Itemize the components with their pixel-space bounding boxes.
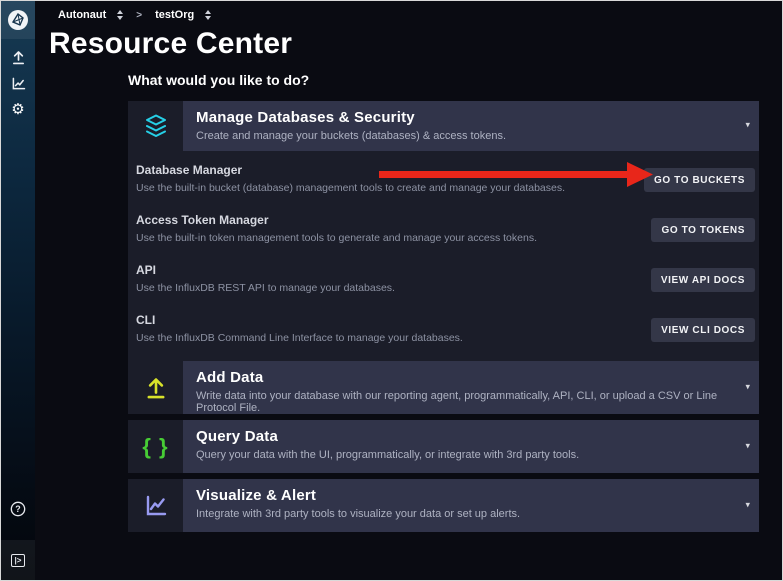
panel-visualize-alert-description: Integrate with 3rd party tools to visual…	[196, 508, 759, 520]
graph-icon	[10, 75, 27, 92]
panel-manage-description: Create and manage your buckets (database…	[196, 130, 759, 142]
influxdb-logo-icon	[7, 9, 29, 31]
braces-icon: { }	[142, 436, 168, 458]
row-database-manager: Database Manager Use the built-in bucket…	[128, 155, 759, 205]
panel-query-data-description: Query your data with the UI, programmati…	[196, 449, 759, 461]
panel-manage-header[interactable]: Manage Databases & Security Create and m…	[128, 101, 759, 151]
panel-manage-icon-cell	[128, 101, 183, 151]
row-description: Use the InfluxDB REST API to manage your…	[136, 282, 566, 294]
org-switcher[interactable]: Autonaut	[58, 9, 106, 21]
panel-manage-body: Database Manager Use the built-in bucket…	[128, 151, 759, 361]
panel-visualize-alert-icon-cell	[128, 479, 183, 532]
sidebar: ⚙ ? |>	[1, 1, 35, 580]
row-description: Use the InfluxDB Command Line Interface …	[136, 332, 566, 344]
influxdb-logo-button[interactable]	[1, 1, 35, 39]
view-api-docs-button[interactable]: VIEW API DOCS	[651, 268, 755, 292]
view-cli-docs-button[interactable]: VIEW CLI DOCS	[651, 318, 755, 342]
panel-visualize-alert-title: Visualize & Alert	[196, 487, 759, 504]
chevron-down-icon[interactable]: ▾	[745, 440, 750, 451]
go-to-buckets-button[interactable]: GO TO BUCKETS	[644, 168, 755, 192]
breadcrumb: Autonaut > testOrg	[58, 9, 211, 21]
svg-text:?: ?	[15, 504, 20, 514]
panel-manage-header-text: Manage Databases & Security Create and m…	[183, 101, 759, 151]
org-switcher-caret-icon[interactable]	[117, 10, 123, 20]
sidebar-item-settings[interactable]: ⚙	[5, 99, 31, 119]
page-subtitle: What would you like to do?	[128, 72, 309, 88]
buckets-layers-icon	[142, 113, 170, 139]
panel-visualize-alert-header-text: Visualize & Alert Integrate with 3rd par…	[183, 479, 759, 532]
upload-icon	[10, 49, 27, 66]
panel-visualize-alert: Visualize & Alert Integrate with 3rd par…	[128, 479, 759, 532]
project-switcher-caret-icon[interactable]	[205, 10, 211, 20]
page-title: Resource Center	[49, 27, 292, 61]
breadcrumb-separator: >	[132, 10, 146, 21]
panel-query-data-title: Query Data	[196, 428, 759, 445]
row-description: Use the built-in token management tools …	[136, 232, 566, 244]
panel-visualize-alert-header[interactable]: Visualize & Alert Integrate with 3rd par…	[128, 479, 759, 532]
feedback-icon: |>	[11, 554, 25, 567]
help-icon: ?	[10, 501, 26, 517]
sidebar-item-feedback[interactable]: |>	[1, 540, 35, 580]
chevron-down-icon[interactable]: ▾	[745, 499, 750, 510]
sidebar-nav: ⚙	[1, 47, 35, 119]
upload-icon	[143, 375, 169, 401]
panel-add-data: Add Data Write data into your database w…	[128, 361, 759, 414]
panel-add-data-icon-cell	[128, 361, 183, 414]
sidebar-item-help[interactable]: ?	[1, 497, 35, 521]
panel-query-data-header-text: Query Data Query your data with the UI, …	[183, 420, 759, 473]
panel-manage-title: Manage Databases & Security	[196, 109, 759, 126]
sidebar-item-data-explorer[interactable]	[5, 73, 31, 93]
chevron-down-icon[interactable]: ▾	[745, 120, 750, 131]
panel-query-data: { } Query Data Query your data with the …	[128, 420, 759, 473]
chevron-down-icon[interactable]: ▾	[745, 381, 750, 392]
gear-icon: ⚙	[11, 102, 24, 117]
resource-center-screen: ⚙ ? |> Autonaut > testOrg Resource Cente…	[0, 0, 783, 581]
project-name: testOrg	[155, 9, 194, 21]
row-description: Use the built-in bucket (database) manag…	[136, 182, 566, 194]
panel-manage-databases: Manage Databases & Security Create and m…	[128, 101, 759, 361]
row-cli: CLI Use the InfluxDB Command Line Interf…	[128, 305, 759, 355]
go-to-tokens-button[interactable]: GO TO TOKENS	[651, 218, 755, 242]
row-api: API Use the InfluxDB REST API to manage …	[128, 255, 759, 305]
panel-add-data-title: Add Data	[196, 369, 759, 386]
project-switcher[interactable]: testOrg	[155, 9, 194, 21]
line-chart-icon	[142, 492, 169, 519]
panel-add-data-header-text: Add Data Write data into your database w…	[183, 361, 759, 414]
panel-add-data-description: Write data into your database with our r…	[196, 390, 759, 414]
row-access-token-manager: Access Token Manager Use the built-in to…	[128, 205, 759, 255]
panel-query-data-header[interactable]: { } Query Data Query your data with the …	[128, 420, 759, 473]
panel-query-data-icon-cell: { }	[128, 420, 183, 473]
org-name: Autonaut	[58, 9, 106, 21]
panel-add-data-header[interactable]: Add Data Write data into your database w…	[128, 361, 759, 414]
sidebar-item-load-data[interactable]	[5, 47, 31, 67]
